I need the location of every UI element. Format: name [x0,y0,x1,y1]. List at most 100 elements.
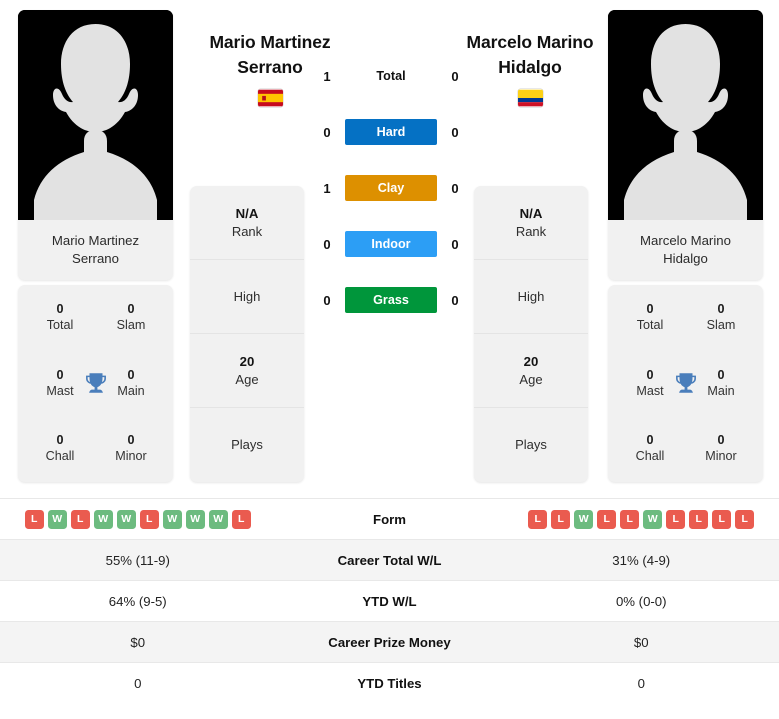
titles-card-right: 0 Total 0 Slam 0 Mast 0 Main 0 Chall 0 M… [608,285,763,482]
titles-row-chall-minor-right: 0 Chall 0 Minor [608,416,763,482]
info-card-left: N/A Rank High 20 Age Plays [190,186,304,482]
form-badge-loss-left-2[interactable]: L [70,509,90,529]
titles-total-left: 0 Total [34,301,86,334]
titles-chall-value-right: 0 [646,433,654,448]
form-badge-loss-right-6[interactable]: L [666,509,686,529]
h2h-indoor-pill[interactable]: Indoor [345,231,437,257]
titles-slam-label-right: Slam [706,318,736,333]
h2h-row-clay: 1 Clay 0 [318,174,464,202]
table-row-form: LWLWWLWWWL Form LLWLLWLLLL [0,498,779,539]
player-photo-left [18,10,173,220]
form-badge-loss-right-4[interactable]: L [620,509,640,529]
titles-row-mast-main-left: 0 Mast 0 Main [18,351,173,417]
titles-main-value-right: 0 [717,367,725,382]
player-name-line2-left: Serrano [237,57,303,77]
titles-chall-label-left: Chall [45,449,75,464]
titles-slam-value-left: 0 [127,302,135,317]
player-photo-right [608,10,763,220]
player-name-line1-left: Mario Martinez [209,32,331,52]
photo-caption-line1-left: Mario Martinez [51,233,140,248]
info-plays-label-right: Plays [515,437,547,452]
titles-mast-label-right: Mast [636,383,664,398]
form-badge-loss-right-8[interactable]: L [712,509,732,529]
titles-slam-value-right: 0 [717,302,725,317]
photo-caption-line2-left: Serrano [72,251,119,266]
titles-mast-value-left: 0 [56,367,64,382]
photo-caption-line2-right: Hidalgo [663,251,708,266]
h2h-grass-pill[interactable]: Grass [345,287,437,313]
player-photo-card-right: Marcelo Marino Hidalgo [608,10,763,280]
ytd-wl-left: 64% (9-5) [108,593,167,609]
row-label-ytd-titles: YTD Titles [357,675,422,691]
form-badge-win-left-8[interactable]: W [208,509,228,529]
form-badge-win-left-7[interactable]: W [185,509,205,529]
info-age-label-left: Age [235,371,259,387]
titles-total-value-left: 0 [56,302,64,317]
titles-main-left: 0 Main [105,367,157,400]
h2h-row-indoor: 0 Indoor 0 [318,230,464,258]
form-badge-win-right-2[interactable]: W [574,509,594,529]
info-rank-label-left: Rank [231,223,263,239]
player-name-line2-right: Hidalgo [498,57,562,77]
form-badge-win-left-3[interactable]: W [93,509,113,529]
info-high-label-right: High [517,288,545,304]
info-age-right: 20 Age [474,334,588,408]
titles-slam-right: 0 Slam [695,301,747,334]
form-badge-loss-left-9[interactable]: L [231,509,251,529]
form-badge-loss-right-3[interactable]: L [597,509,617,529]
h2h-indoor-left-score: 0 [323,236,331,252]
h2h-clay-pill[interactable]: Clay [345,175,437,201]
h2h-row-grass: 0 Grass 0 [318,286,464,314]
comparison-stats-table: LWLWWLWWWL Form LLWLLWLLLL 55% (11-9) Ca… [0,498,779,703]
titles-mast-right: 0 Mast [624,367,676,400]
form-badge-loss-right-0[interactable]: L [528,509,548,529]
player-name-right: Marcelo Marino Hidalgo [440,30,620,80]
info-rank-right: N/A Rank [474,186,588,260]
career-total-wl-left: 55% (11-9) [105,552,170,568]
career-prize-money-left: $0 [130,634,146,650]
titles-minor-label-right: Minor [705,449,737,464]
form-badge-win-left-1[interactable]: W [47,509,67,529]
player-name-line1-right: Marcelo Marino [466,32,594,52]
flag-colombia-icon [517,89,543,107]
titles-row-chall-minor-left: 0 Chall 0 Minor [18,416,173,482]
titles-total-label-left: Total [46,318,74,333]
avatar-silhouette-icon [18,10,173,220]
player-photo-card-left: Mario Martinez Serrano [18,10,173,280]
career-prize-money-right: $0 [633,634,649,650]
titles-minor-label-left: Minor [115,449,147,464]
photo-caption-line1-right: Marcelo Marino [640,233,731,248]
titles-minor-right: 0 Minor [695,432,747,465]
titles-total-value-right: 0 [646,302,654,317]
form-badge-loss-right-7[interactable]: L [689,509,709,529]
trophy-icon [675,373,696,394]
form-badge-loss-right-1[interactable]: L [551,509,571,529]
form-badge-win-right-5[interactable]: W [643,509,663,529]
titles-chall-label-right: Chall [635,449,665,464]
titles-slam-left: 0 Slam [105,301,157,334]
titles-slam-label-left: Slam [116,318,146,333]
form-badge-win-left-4[interactable]: W [116,509,136,529]
titles-total-label-right: Total [636,318,664,333]
table-row-ytd-wl: 64% (9-5) YTD W/L 0% (0-0) [0,580,779,621]
comparison-header: Mario Martinez Serrano 0 Total 0 Slam 0 [0,0,779,492]
ytd-titles-left: 0 [134,675,142,691]
titles-main-label-right: Main [707,383,735,398]
titles-main-right: 0 Main [695,367,747,400]
h2h-clay-left-score: 1 [323,180,331,196]
form-badge-loss-right-9[interactable]: L [735,509,755,529]
form-badges-left: LWLWWLWWWL [0,509,290,529]
info-age-value-right: 20 [523,353,539,369]
form-badge-list-left: LWLWWLWWWL [0,509,276,529]
form-badge-loss-left-0[interactable]: L [24,509,44,529]
player-photo-caption-right: Marcelo Marino Hidalgo [608,220,763,280]
career-total-wl-right: 31% (4-9) [612,552,671,568]
form-badge-loss-left-5[interactable]: L [139,509,159,529]
h2h-clay-right-score: 0 [451,180,459,196]
h2h-row-hard: 0 Hard 0 [318,118,464,146]
titles-minor-value-left: 0 [127,433,135,448]
form-badge-win-left-6[interactable]: W [162,509,182,529]
info-high-label-left: High [233,288,261,304]
h2h-hard-pill[interactable]: Hard [345,119,437,145]
h2h-grass-right-score: 0 [451,292,459,308]
